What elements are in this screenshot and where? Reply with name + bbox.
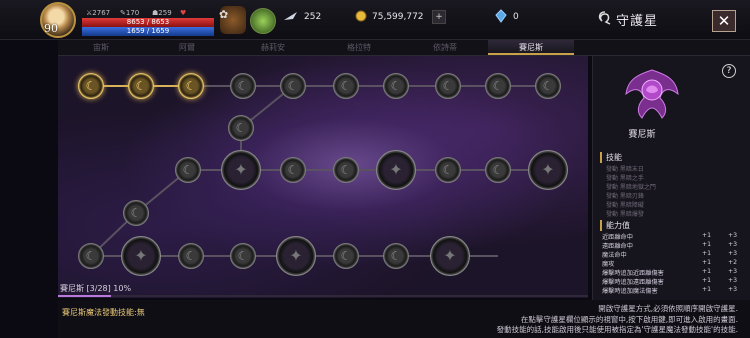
major-star-node[interactable]: ✦ (276, 236, 316, 276)
tab-heliann[interactable]: 赫莉安 (230, 40, 316, 55)
star-node[interactable]: ☾ (333, 243, 359, 269)
star-node[interactable]: ☾ (535, 73, 561, 99)
star-node[interactable]: ☾ (178, 243, 204, 269)
mp-bar: 1659 / 1659 (82, 27, 214, 36)
tab-bar: 宙斯 阿爾 赫莉安 格拉特 依詩蒂 賽尼斯 (58, 40, 750, 56)
ability-row: 魔攻 +1 +2 (602, 259, 738, 268)
stat-b: ☗259 (152, 9, 172, 17)
star-node[interactable]: ☾ (228, 115, 254, 141)
help-button[interactable]: ? (722, 64, 736, 78)
crystal-icon (495, 9, 507, 23)
star-node[interactable]: ☾ (333, 73, 359, 99)
gear-icon[interactable]: ✿ (219, 8, 228, 21)
magic-trigger-skill: 賽尼斯魔法發動技能:無 (62, 308, 145, 317)
window-title: 守護星 (616, 14, 659, 29)
ability-row: 爆擊時追加近距離傷害 +1 +3 (602, 268, 738, 277)
constellation-progress-bar (58, 295, 588, 297)
skill-item: 發動 黑暗障礙 (606, 202, 644, 209)
skill-item: 發動 黑暗地獄之門 (606, 184, 656, 191)
star-node[interactable]: ☾ (230, 243, 256, 269)
ability-row: 爆擊時追加魔法傷害 +1 +3 (602, 286, 738, 295)
combat-power: ⚔2767 (86, 9, 111, 17)
star-node[interactable]: ☾ (383, 73, 409, 99)
feather-count: 252 (304, 12, 322, 22)
ability-row: 遠距離命中 +1 +3 (602, 241, 738, 250)
tab-zeus[interactable]: 宙斯 (58, 40, 144, 55)
star-node[interactable]: ☾ (485, 157, 511, 183)
star-node[interactable]: ☾ (435, 73, 461, 99)
major-star-node[interactable]: ✦ (376, 150, 416, 190)
guardian-name: 賽尼斯 (628, 130, 656, 140)
stat-a: ✎170 (120, 9, 140, 17)
skill-item: 發動 黑暗之手 (606, 175, 644, 182)
star-node[interactable]: ☾ (280, 157, 306, 183)
gold-amount: 75,599,772 (372, 12, 424, 22)
gold-coin-icon (355, 10, 367, 22)
crystal-count: 0 (513, 12, 519, 22)
hp-bar: 8653 / 8653 (82, 18, 214, 27)
star-node[interactable]: ☾ (175, 157, 201, 183)
major-star-node[interactable]: ✦ (221, 150, 261, 190)
skill-item: 發動 黑暗爆發 (606, 211, 644, 218)
star-node[interactable]: ☾ (123, 200, 149, 226)
major-star-node[interactable]: ✦ (430, 236, 470, 276)
help-line: 在點擊守護星欄位顯示的視窗中,按下啟用鍵,即可進入啟用的畫面. (520, 314, 738, 324)
star-node[interactable]: ☾ (383, 243, 409, 269)
help-line: 開啟守護星方式,必須依照順序開啟守護星. (598, 304, 738, 313)
progress-fill (58, 295, 111, 297)
ability-row: 爆擊時追加遠距離傷害 +1 +3 (602, 277, 738, 286)
tab-sainisi[interactable]: 賽尼斯 (488, 40, 574, 55)
star-node[interactable]: ☾ (485, 73, 511, 99)
star-node[interactable]: ☾ (280, 73, 306, 99)
feather-icon (284, 12, 297, 20)
close-button[interactable]: ✕ (712, 10, 736, 32)
star-node[interactable]: ☾ (333, 157, 359, 183)
abilities-title: 能力值 (600, 220, 630, 231)
add-gold-button[interactable]: + (432, 10, 446, 24)
character-level: 90 (44, 22, 58, 35)
help-text: 開啟守護星方式,必須依照順序開啟守護星. 在點擊守護星欄位顯示的視窗中,按下啟用… (497, 304, 738, 336)
constellation-board: ☾ ☾ ☾ ☾ ☾ ☾ ☾ ☾ ☾ ☾ ☾ ☾ ✦ ☾ ☾ ✦ ☾ ☾ ✦ ☾ … (58, 56, 588, 298)
help-line: 發動技能的話,技能啟用後只能使用被指定為'守護星魔法發動技能'的技能. (496, 325, 738, 334)
major-star-node[interactable]: ✦ (121, 236, 161, 276)
leaf-buff-icon[interactable] (250, 8, 276, 34)
star-node[interactable]: ☾ (128, 73, 154, 99)
heart-icon: ♥ (180, 9, 187, 17)
skill-item: 發動 黑暗末日 (606, 166, 644, 173)
star-node[interactable]: ☾ (230, 73, 256, 99)
guardian-star-icon (598, 11, 611, 25)
rose-emblem-icon (625, 69, 679, 119)
star-node[interactable]: ☾ (178, 73, 204, 99)
major-star-node[interactable]: ✦ (528, 150, 568, 190)
star-node[interactable]: ☾ (78, 243, 104, 269)
constellation-progress-label: 賽尼斯 [3/28] 10% (60, 284, 132, 293)
star-node[interactable]: ☾ (435, 157, 461, 183)
star-node[interactable]: ☾ (78, 73, 104, 99)
tab-aer[interactable]: 阿爾 (144, 40, 230, 55)
ability-row: 魔法命中 +1 +3 (602, 250, 738, 259)
tab-gelate[interactable]: 格拉特 (316, 40, 402, 55)
skill-item: 發動 黑暗刃鋒 (606, 193, 644, 200)
skills-title: 技能 (600, 152, 622, 163)
ability-row: 近距離命中 +1 +3 (602, 232, 738, 241)
tab-yishidi[interactable]: 依詩蒂 (402, 40, 488, 55)
